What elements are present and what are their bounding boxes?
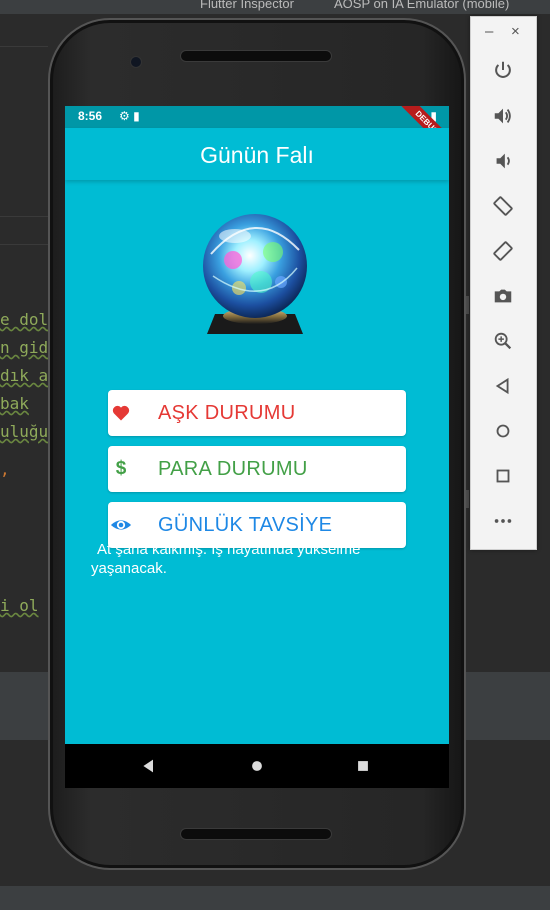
daily-advice-label: GÜNLÜK TAVSİYE <box>158 514 333 536</box>
money-status-label: PARA DURUMU <box>158 458 308 480</box>
rotate-right-button[interactable] <box>488 236 518 266</box>
back-button[interactable] <box>488 371 518 401</box>
overview-icon <box>496 469 510 483</box>
settings-icon: ⚙ <box>119 109 130 123</box>
volume-up-button[interactable] <box>488 101 518 131</box>
fortune-text-line: yaşanacak. <box>91 560 167 577</box>
screenshot-button[interactable] <box>488 281 518 311</box>
fortune-text-line: At şaha kalkmış. İş hayatında yükselme <box>97 541 361 558</box>
nav-home-icon[interactable] <box>247 756 267 776</box>
ide-tab-flutter-inspector[interactable]: Flutter Inspector <box>200 0 294 11</box>
volume-up-icon <box>494 108 511 124</box>
emulator-toolbar: – × <box>470 16 537 550</box>
scroll-marker <box>466 296 469 314</box>
code-line: n gid <box>0 338 49 357</box>
more-button[interactable] <box>488 506 518 536</box>
minimize-button[interactable]: – <box>485 23 493 40</box>
code-editor[interactable]: e dol n gid dık a bak uluğu , i ol <box>0 14 48 674</box>
zoom-button[interactable] <box>488 326 518 356</box>
phone-frame: 8:56 ⚙ ▮ ▼ ▮ DEBUG Günün Falı <box>48 18 466 870</box>
power-button[interactable] <box>488 55 518 85</box>
heart-icon <box>110 402 132 424</box>
crystal-ball-image <box>203 214 307 334</box>
sd-card-icon: ▮ <box>133 109 140 123</box>
code-line: dık a <box>0 366 49 385</box>
nav-back-icon[interactable] <box>139 756 159 776</box>
dollar-icon: $ <box>115 458 127 479</box>
page-title: Günün Falı <box>200 142 314 168</box>
ide-tab-bar: Flutter Inspector AOSP on IA Emulator (m… <box>0 0 550 14</box>
rotate-left-icon <box>493 196 513 216</box>
money-status-button[interactable]: $ PARA DURUMU <box>108 446 406 492</box>
status-time: 8:56 <box>78 109 103 123</box>
rotate-right-icon <box>493 241 513 261</box>
top-speaker <box>180 50 332 62</box>
rotate-left-button[interactable] <box>488 191 518 221</box>
volume-down-icon <box>496 153 510 169</box>
ide-tab-emulator[interactable]: AOSP on IA Emulator (mobile) <box>334 0 509 11</box>
nav-overview-icon[interactable] <box>353 756 373 776</box>
volume-down-button[interactable] <box>488 146 518 176</box>
editor-divider <box>0 46 48 47</box>
code-line: bak <box>0 394 29 413</box>
love-status-label: AŞK DURUMU <box>158 402 296 424</box>
fortune-text: At şaha kalkmış. İş hayatında yükselme y… <box>91 540 391 578</box>
app-bar: Günün Falı <box>65 128 449 180</box>
love-status-button[interactable]: AŞK DURUMU <box>108 390 406 436</box>
overview-button[interactable] <box>488 461 518 491</box>
phone-screen: 8:56 ⚙ ▮ ▼ ▮ DEBUG Günün Falı <box>65 106 449 788</box>
code-line: , <box>0 460 10 479</box>
scroll-marker <box>466 490 469 508</box>
code-line: e dol <box>0 310 49 329</box>
home-button[interactable] <box>488 416 518 446</box>
android-nav-bar <box>65 744 449 788</box>
power-icon <box>495 61 511 78</box>
android-status-bar: 8:56 ⚙ ▮ ▼ ▮ DEBUG <box>65 106 449 156</box>
code-line: uluğu <box>0 422 49 441</box>
status-notification-icons: ⚙ ▮ <box>119 109 140 123</box>
editor-divider <box>0 216 48 217</box>
editor-divider <box>0 244 48 245</box>
ide-status-bar <box>0 886 550 910</box>
front-camera <box>130 56 142 68</box>
home-icon <box>496 424 510 438</box>
camera-icon <box>494 289 512 303</box>
close-button[interactable]: × <box>511 23 520 40</box>
back-icon <box>495 377 509 395</box>
more-icon <box>494 519 512 523</box>
code-line: i ol <box>0 596 39 615</box>
eye-icon <box>110 514 132 536</box>
bottom-speaker <box>180 828 332 840</box>
zoom-icon <box>494 332 512 350</box>
